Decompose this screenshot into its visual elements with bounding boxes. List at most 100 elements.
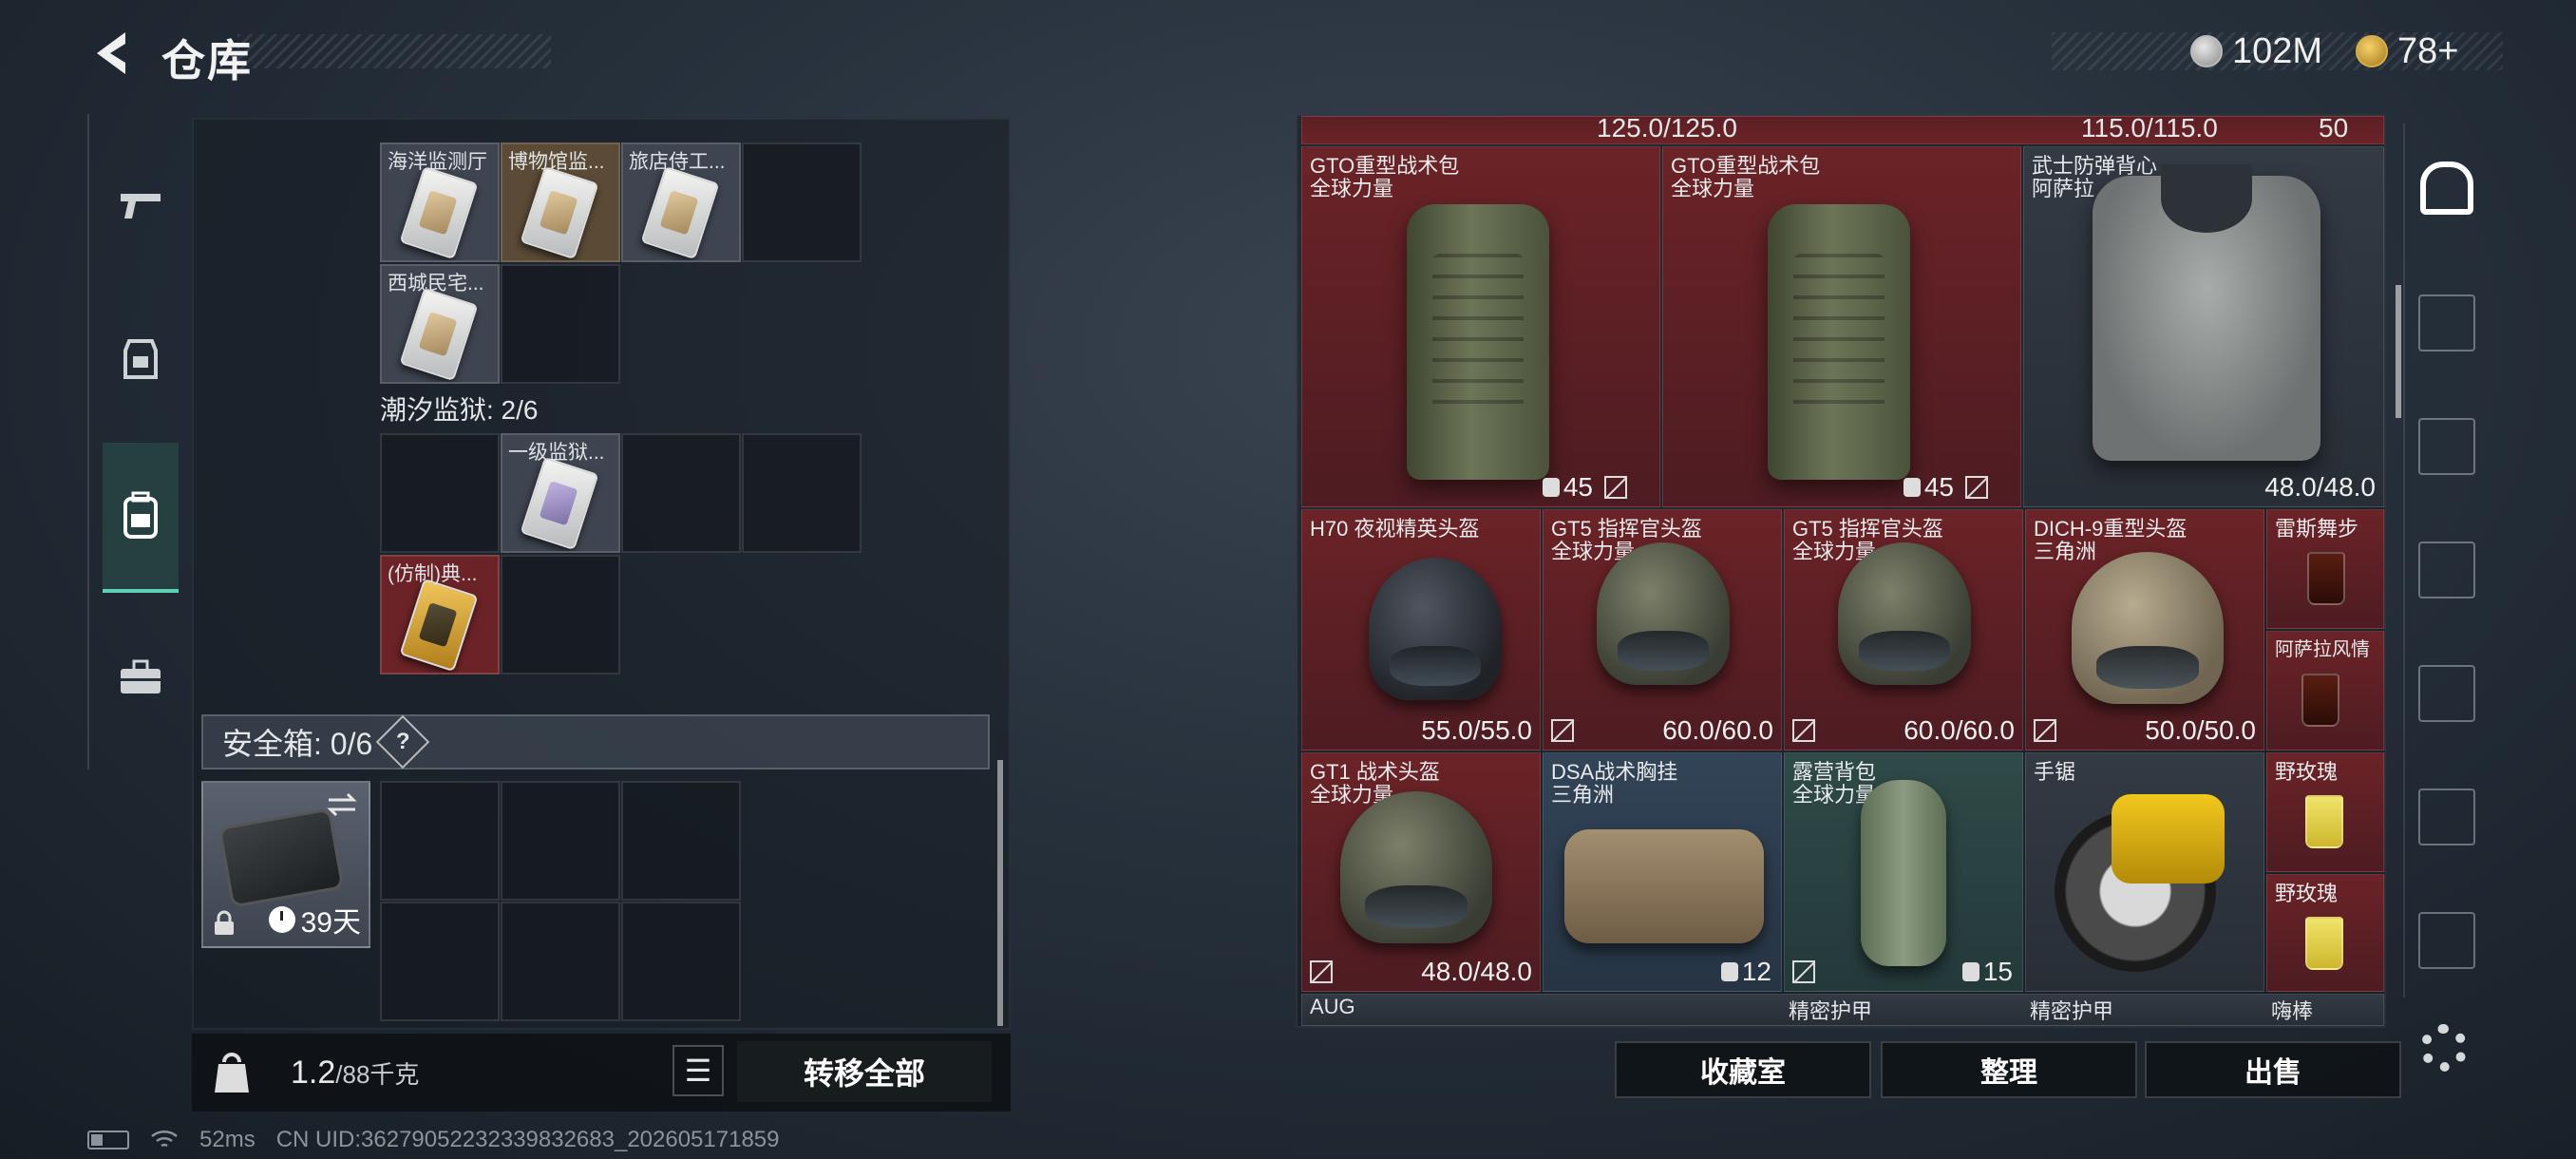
drink-icon <box>2305 917 2343 970</box>
safe-box-header: 安全箱: 0/6 ? <box>201 714 990 770</box>
inventory-item[interactable]: 野玫瑰 <box>2266 752 2384 872</box>
filter-all-icon[interactable] <box>2420 162 2473 215</box>
filter-ammo-icon[interactable] <box>2418 294 2475 352</box>
keycard-icon <box>399 165 479 260</box>
drink-icon <box>2301 674 2339 727</box>
keycard-item[interactable]: (仿制)典... <box>380 555 500 674</box>
insured-icon <box>1792 719 1815 742</box>
nav-tab-backpack[interactable] <box>103 443 179 593</box>
inventory-scrollbar[interactable] <box>2396 285 2401 418</box>
empty-slot[interactable] <box>742 142 862 262</box>
inventory-item[interactable]: GT5 指挥官头盔 全球力量 60.0/60.0 <box>1543 509 1782 750</box>
backpack-icon <box>1407 204 1549 480</box>
help-icon[interactable]: ? <box>375 714 430 770</box>
keycard-item[interactable]: 博物馆监... <box>501 142 620 262</box>
inventory-item[interactable]: 武士防弹背心 阿萨拉 48.0/48.0 <box>2023 146 2384 507</box>
inventory-item[interactable]: GTO重型战术包 全球力量 45 <box>1662 146 2021 507</box>
keycard-item[interactable]: 一级监狱... <box>501 433 620 553</box>
inventory-item[interactable]: 雷斯舞步 <box>2266 509 2384 629</box>
safe-box-label: 安全箱: 0/6 <box>222 727 373 761</box>
filter-medical-icon[interactable] <box>2418 418 2475 475</box>
item-durability: 60.0/60.0 <box>1904 715 2015 745</box>
silver-currency[interactable]: 102M <box>2190 28 2322 74</box>
nav-tab-toolbox[interactable] <box>103 638 179 714</box>
swap-icon[interactable] <box>325 790 359 819</box>
gold-amount: 78+ <box>2397 30 2459 71</box>
inventory-item[interactable]: GT5 指挥官头盔 全球力量 60.0/60.0 <box>1784 509 2023 750</box>
backpack-icon <box>1768 204 1910 480</box>
empty-slot[interactable] <box>621 902 741 1021</box>
capacity-icon <box>1542 478 1560 497</box>
empty-slot[interactable] <box>621 433 741 553</box>
sack-icon <box>1861 780 1946 966</box>
item-durability: 60.0/60.0 <box>1662 715 1773 745</box>
nav-tab-armor[interactable] <box>103 321 179 397</box>
keycard-item[interactable]: 西城民宅... <box>380 264 500 384</box>
insured-icon <box>1792 960 1815 983</box>
backpack-icon <box>123 491 158 539</box>
gear-icon[interactable] <box>2420 1024 2468 1072</box>
inventory-item[interactable]: 野玫瑰 <box>2266 874 2384 992</box>
empty-slot[interactable] <box>380 902 500 1021</box>
keycard-item[interactable]: 旅店侍工... <box>621 142 741 262</box>
capacity-icon <box>1961 962 1979 981</box>
item-name: 野玫瑰 <box>2275 760 2339 784</box>
empty-slot[interactable] <box>380 433 500 553</box>
empty-slot[interactable] <box>380 781 500 901</box>
vest-icon <box>2093 164 2320 461</box>
filter-armor-5-icon[interactable] <box>2418 788 2475 846</box>
item-faction: 阿萨拉 <box>2032 177 2095 200</box>
helmet-icon <box>1597 542 1730 685</box>
transfer-all-button[interactable]: 转移全部 <box>737 1041 992 1102</box>
item-name: (仿制)典... <box>388 563 478 585</box>
saw-icon <box>2055 794 2225 972</box>
empty-slot[interactable] <box>501 781 620 901</box>
helmet-icon <box>2072 552 2224 704</box>
clock-icon <box>268 906 295 933</box>
wifi-icon <box>151 1130 178 1148</box>
inventory-item[interactable]: 手锯 <box>2025 752 2264 992</box>
keycard-icon <box>399 287 479 382</box>
inventory-item[interactable]: 阿萨拉风情 <box>2266 631 2384 750</box>
drink-icon <box>2305 795 2343 848</box>
inventory-item[interactable]: GTO重型战术包 全球力量 45 <box>1301 146 1660 507</box>
item-capacity: 15 <box>1961 957 2013 987</box>
inventory-item[interactable]: DICH-9重型头盔 三角洲 50.0/50.0 <box>2025 509 2264 750</box>
item-capacity: 50 <box>2319 116 2349 142</box>
empty-slot[interactable] <box>501 264 620 384</box>
empty-slot[interactable] <box>621 781 741 901</box>
inventory-item[interactable]: H70 夜视精英头盔 55.0/55.0 <box>1301 509 1541 750</box>
inventory-row-partial: AUG 精密护甲 精密护甲 嗨棒 <box>1301 994 2384 1026</box>
helmet-icon <box>1838 542 1971 685</box>
list-view-icon[interactable]: ☰ <box>672 1045 724 1096</box>
safe-case-item[interactable]: 39天 <box>201 781 370 948</box>
item-name: 精密护甲 <box>1789 999 1873 1023</box>
filter-armor-4-icon[interactable] <box>2418 665 2475 722</box>
helmet-icon <box>1340 791 1492 943</box>
inventory-item[interactable]: 露营背包 全球力量 15 <box>1784 752 2023 992</box>
battery-icon <box>87 1130 129 1150</box>
keycard-item[interactable]: 海洋监测厅 <box>380 142 500 262</box>
filter-armor-3-icon[interactable] <box>2418 542 2475 598</box>
empty-slot[interactable] <box>742 433 862 553</box>
insured-icon <box>1965 476 1988 499</box>
collection-button[interactable]: 收藏室 <box>1615 1041 1871 1098</box>
item-faction: 全球力量 <box>1671 177 1755 200</box>
nav-tab-weapons[interactable] <box>103 167 179 243</box>
back-arrow-icon[interactable] <box>87 27 141 80</box>
filter-armor-6-icon[interactable] <box>2418 912 2475 969</box>
weight-icon <box>215 1053 249 1092</box>
storage-scrollbar[interactable] <box>997 760 1003 1026</box>
sell-button[interactable]: 出售 <box>2145 1041 2401 1098</box>
armor-icon <box>123 339 158 379</box>
organize-button[interactable]: 整理 <box>1881 1041 2137 1098</box>
insured-icon <box>1604 476 1627 499</box>
inventory-item[interactable]: GT1 战术头盔 全球力量 48.0/48.0 <box>1301 752 1541 992</box>
insured-icon <box>1551 719 1574 742</box>
gold-currency[interactable]: 78+ <box>2356 28 2458 74</box>
empty-slot[interactable] <box>501 555 620 674</box>
case-days: 39天 <box>300 907 361 939</box>
item-name: H70 夜视精英头盔 <box>1310 517 1480 541</box>
empty-slot[interactable] <box>501 902 620 1021</box>
inventory-item[interactable]: DSA战术胸挂 三角洲 12 <box>1543 752 1782 992</box>
